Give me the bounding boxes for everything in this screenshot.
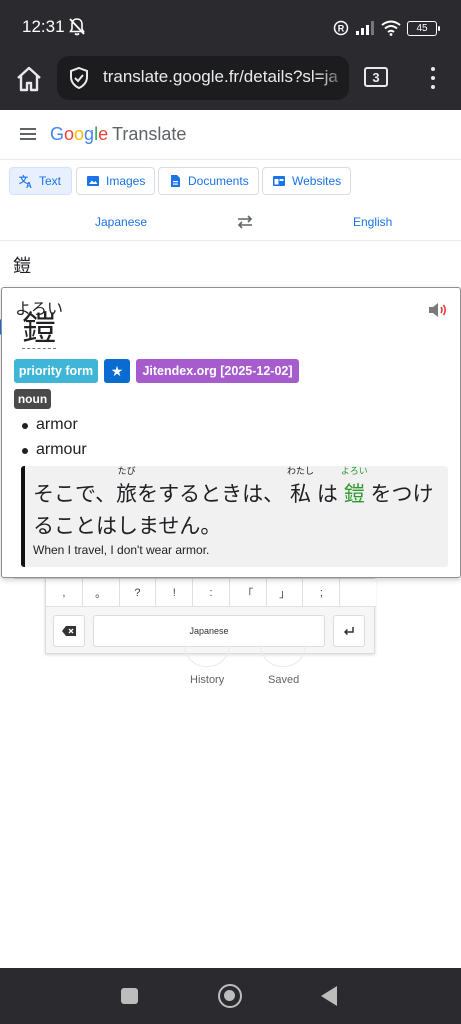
history-label[interactable]: History (190, 674, 224, 686)
on-screen-keyboard: , 。 ? ! : 「 」 ; Japanese (45, 578, 377, 654)
example-sentence: そこで、旅 たび をするときは、 私わたし は 鎧よろい をつけ ることはしません。… (21, 466, 448, 567)
example-translation: When I travel, I don't wear armor. (33, 543, 210, 557)
gloss-item: armour (22, 437, 87, 462)
registered-icon: R (333, 20, 349, 36)
tab-documents[interactable]: Documents (158, 167, 259, 195)
recent-apps-icon[interactable] (121, 988, 138, 1004)
url-text[interactable]: translate.google.fr/details?sl=ja (103, 67, 343, 87)
site-security-icon[interactable] (67, 66, 91, 90)
battery-indicator: 45 (407, 20, 440, 36)
example-japanese-line-1: そこで、旅 たび をするときは、 私わたし は 鎧よろい をつけ (33, 466, 434, 506)
wifi-icon (381, 20, 401, 36)
headword: 鎧 (22, 310, 56, 349)
home-icon[interactable] (14, 64, 44, 94)
swap-languages-icon[interactable] (236, 214, 254, 230)
keyboard-key[interactable]: ; (303, 579, 341, 607)
enter-icon (343, 627, 354, 636)
hamburger-menu-icon[interactable] (20, 128, 36, 140)
tab-images[interactable]: Images (76, 167, 155, 195)
tab-text-label: Text (39, 174, 62, 188)
system-navigation-bar (0, 968, 461, 1024)
keyboard-key[interactable]: , (46, 579, 83, 607)
keyboard-key[interactable]: 「 (229, 579, 267, 607)
more-options-icon[interactable] (426, 64, 440, 92)
document-icon (171, 175, 180, 187)
priority-form-tag: priority form (14, 359, 98, 383)
website-icon (273, 176, 285, 186)
target-language-button[interactable]: English (353, 215, 392, 229)
space-key[interactable]: Japanese (93, 615, 325, 647)
speaker-icon[interactable] (427, 300, 449, 320)
part-of-speech-tag: noun (14, 389, 51, 409)
highlighted-word: 鎧よろい (340, 466, 368, 506)
source-language-button[interactable]: Japanese (95, 215, 147, 229)
source-text-input[interactable]: 鎧 (13, 252, 31, 278)
example-japanese-line-2: ることはしません。 (33, 515, 222, 538)
dictionary-source-tag: Jitendex.org [2025-12-02] (136, 359, 299, 383)
keyboard-key[interactable]: 。 (82, 579, 120, 607)
saved-button[interactable] (260, 645, 306, 667)
keyboard-key[interactable]: ! (156, 579, 194, 607)
divider (0, 159, 461, 160)
product-name: Translate (112, 124, 187, 144)
keyboard-key[interactable] (340, 579, 377, 607)
back-icon[interactable] (321, 986, 337, 1006)
status-time: 12:31 (22, 17, 65, 36)
tab-documents-label: Documents (188, 174, 249, 188)
svg-text:A: A (26, 181, 32, 188)
signal-icon (356, 21, 374, 35)
keyboard-key[interactable]: ? (119, 579, 157, 607)
tab-images-label: Images (106, 174, 146, 188)
backspace-key[interactable] (53, 615, 85, 647)
ruby-word: 私わたし (287, 466, 315, 506)
tab-switcher-button[interactable]: 3 (364, 67, 388, 87)
gloss-list: armor armour (22, 412, 87, 462)
home-circle-icon[interactable] (218, 984, 242, 1008)
enter-key[interactable] (333, 615, 365, 647)
url-bar[interactable]: translate.google.fr/details?sl=ja (57, 56, 349, 100)
svg-text:R: R (338, 24, 345, 34)
image-icon (87, 176, 99, 186)
status-bar: 12:31 R 45 (0, 0, 461, 56)
star-icon: ★ (104, 359, 130, 383)
history-button[interactable] (184, 645, 230, 667)
status-icons: R 45 (333, 18, 440, 38)
divider (0, 240, 461, 241)
dictionary-popup: よろい 鎧 priority form ★ Jitendex.org [2025… (1, 287, 461, 578)
gloss-item: armor (22, 412, 87, 437)
translate-icon: 文 A (19, 174, 32, 188)
saved-label[interactable]: Saved (268, 674, 299, 686)
keyboard-key[interactable]: : (193, 579, 230, 607)
keyboard-punctuation-row: , 。 ? ! : 「 」 ; (46, 579, 377, 607)
tab-text[interactable]: 文 A Text (9, 167, 72, 195)
keyboard-key[interactable]: 」 (266, 579, 304, 607)
tab-websites-label: Websites (292, 174, 342, 188)
ruby-word: 旅たび (116, 466, 138, 506)
notifications-muted-icon (69, 18, 85, 36)
google-translate-logo: Google Translate (50, 124, 187, 144)
browser-toolbar: translate.google.fr/details?sl=ja 3 (0, 56, 461, 110)
backspace-icon (62, 626, 76, 636)
tab-websites[interactable]: Websites (262, 167, 351, 195)
